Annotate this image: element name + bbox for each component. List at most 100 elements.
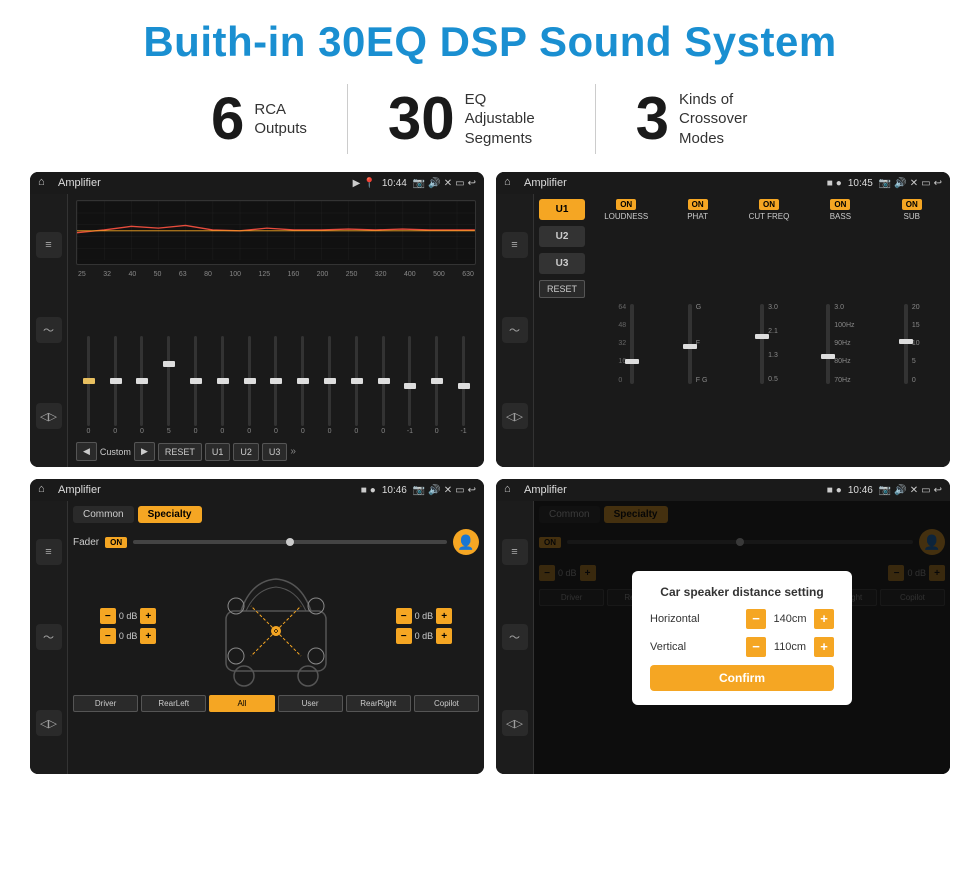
u2-crossover-btn[interactable]: U2	[539, 226, 585, 247]
rec-icon-3: ■	[827, 485, 833, 496]
speaker-screen-content: ≡ 〜 ◁▷ Common Specialty Fader	[30, 501, 484, 774]
eq-slider-3[interactable]: 0	[130, 282, 155, 435]
eq-slider-9[interactable]: 0	[290, 282, 315, 435]
vertical-minus-btn[interactable]: −	[746, 637, 766, 657]
sidebar-wave-btn-3[interactable]: 〜	[36, 624, 62, 650]
freq-32: 32	[103, 271, 111, 278]
fr-db-value: 0 dB	[415, 611, 434, 621]
horizontal-plus-btn[interactable]: +	[814, 609, 834, 629]
crossover-number: 3	[636, 89, 669, 149]
freq-63: 63	[179, 271, 187, 278]
play-preset-btn[interactable]: ▶	[134, 442, 155, 461]
eq-slider-15[interactable]: -1	[451, 282, 476, 435]
rl-minus-btn[interactable]: −	[100, 628, 116, 644]
dialog-title: Car speaker distance setting	[650, 585, 834, 599]
sidebar-eq-btn[interactable]: ≡	[36, 232, 62, 258]
sidebar-speaker-btn-3[interactable]: ◁▷	[36, 710, 62, 736]
eq-slider-1[interactable]: 0	[76, 282, 101, 435]
rearright-btn[interactable]: RearRight	[346, 695, 411, 712]
home-icon-3[interactable]: ⌂	[38, 483, 52, 497]
camera-icon-3: 📷	[413, 485, 425, 496]
eq-slider-13[interactable]: -1	[398, 282, 423, 435]
fl-db-control: − 0 dB +	[100, 608, 157, 624]
speaker-dist-system-icons: 📷 🔊 ✕ ▭ ↩	[879, 485, 942, 496]
home-icon-2[interactable]: ⌂	[504, 176, 518, 190]
eq-slider-10[interactable]: 0	[317, 282, 342, 435]
rr-minus-btn[interactable]: −	[396, 628, 412, 644]
crossover-label: Kinds ofCrossover Modes	[679, 90, 769, 149]
u1-btn[interactable]: U1	[205, 443, 231, 461]
fr-minus-btn[interactable]: −	[396, 608, 412, 624]
close-icon-2: ✕	[910, 178, 918, 189]
vertical-plus-btn[interactable]: +	[814, 637, 834, 657]
u3-crossover-btn[interactable]: U3	[539, 253, 585, 274]
sidebar-wave-btn[interactable]: 〜	[36, 317, 62, 343]
horizontal-value: 140cm	[770, 613, 810, 625]
sidebar-eq-btn-4[interactable]: ≡	[502, 539, 528, 565]
speaker-dist-content: ≡ 〜 ◁▷ Common Specialty	[496, 501, 950, 774]
page-title: Buith-in 30EQ DSP Sound System	[24, 18, 956, 66]
fr-plus-btn[interactable]: +	[436, 608, 452, 624]
sidebar-wave-btn-4[interactable]: 〜	[502, 624, 528, 650]
eq-slider-11[interactable]: 0	[344, 282, 369, 435]
reset-btn[interactable]: RESET	[158, 443, 202, 461]
horizontal-minus-btn[interactable]: −	[746, 609, 766, 629]
tab-common[interactable]: Common	[73, 506, 134, 523]
stat-rca: 6 RCAOutputs	[171, 89, 347, 149]
eq-bottom-bar: ◀ Custom ▶ RESET U1 U2 U3 »	[76, 439, 476, 461]
sidebar-eq-btn-2[interactable]: ≡	[502, 232, 528, 258]
rearleft-btn[interactable]: RearLeft	[141, 695, 206, 712]
eq-slider-14[interactable]: 0	[424, 282, 449, 435]
battery-icon-3: ▭	[455, 485, 464, 496]
u3-btn[interactable]: U3	[262, 443, 288, 461]
back-icon: ↩	[468, 178, 476, 189]
speaker-dist-sidebar: ≡ 〜 ◁▷	[496, 501, 534, 774]
eq-slider-2[interactable]: 0	[103, 282, 128, 435]
user-btn[interactable]: User	[278, 695, 343, 712]
fl-plus-btn[interactable]: +	[140, 608, 156, 624]
crossover-reset-btn[interactable]: RESET	[539, 280, 585, 298]
u1-crossover-btn[interactable]: U1	[539, 199, 585, 220]
back-icon-3: ↩	[468, 485, 476, 496]
sidebar-speaker-btn[interactable]: ◁▷	[36, 403, 62, 429]
crossover-left-sidebar: ≡ 〜 ◁▷	[496, 194, 534, 467]
location-icon: 📍	[363, 178, 375, 189]
tab-specialty[interactable]: Specialty	[138, 506, 202, 523]
eq-time: 10:44	[382, 178, 407, 189]
eq-slider-8[interactable]: 0	[264, 282, 289, 435]
eq-slider-4[interactable]: 5	[156, 282, 181, 435]
eq-screen-title: Amplifier	[58, 177, 347, 189]
eq-slider-7[interactable]: 0	[237, 282, 262, 435]
rl-plus-btn[interactable]: +	[140, 628, 156, 644]
person-icon[interactable]: 👤	[453, 529, 479, 555]
fl-minus-btn[interactable]: −	[100, 608, 116, 624]
rr-plus-btn[interactable]: +	[436, 628, 452, 644]
eq-slider-5[interactable]: 0	[183, 282, 208, 435]
eq-sliders-icon-3: ≡	[45, 546, 51, 558]
prev-preset-btn[interactable]: ◀	[76, 442, 97, 461]
fader-row: Fader ON 👤	[73, 529, 479, 555]
sidebar-speaker-btn-4[interactable]: ◁▷	[502, 710, 528, 736]
speaker-icon-4: ◁▷	[506, 717, 523, 730]
sidebar-eq-btn-3[interactable]: ≡	[36, 539, 62, 565]
copilot-btn[interactable]: Copilot	[414, 695, 479, 712]
driver-btn[interactable]: Driver	[73, 695, 138, 712]
fader-track[interactable]	[133, 540, 447, 544]
fader-thumb[interactable]	[286, 538, 294, 546]
sidebar-wave-btn-2[interactable]: 〜	[502, 317, 528, 343]
sidebar-speaker-btn-2[interactable]: ◁▷	[502, 403, 528, 429]
confirm-button[interactable]: Confirm	[650, 665, 834, 691]
home-icon[interactable]: ⌂	[38, 176, 52, 190]
car-svg	[216, 561, 336, 691]
wave-icon-2: 〜	[509, 322, 520, 338]
all-btn[interactable]: All	[209, 695, 274, 712]
home-icon-4[interactable]: ⌂	[504, 483, 518, 497]
crossover-status-icons: ■ ●	[827, 178, 842, 189]
screens-grid: ⌂ Amplifier ▶ 📍 10:44 📷 🔊 ✕ ▭ ↩	[24, 172, 956, 774]
eq-slider-12[interactable]: 0	[371, 282, 396, 435]
eq-slider-6[interactable]: 0	[210, 282, 235, 435]
fader-label: Fader	[73, 537, 99, 548]
freq-50: 50	[154, 271, 162, 278]
u2-btn[interactable]: U2	[233, 443, 259, 461]
freq-25: 25	[78, 271, 86, 278]
